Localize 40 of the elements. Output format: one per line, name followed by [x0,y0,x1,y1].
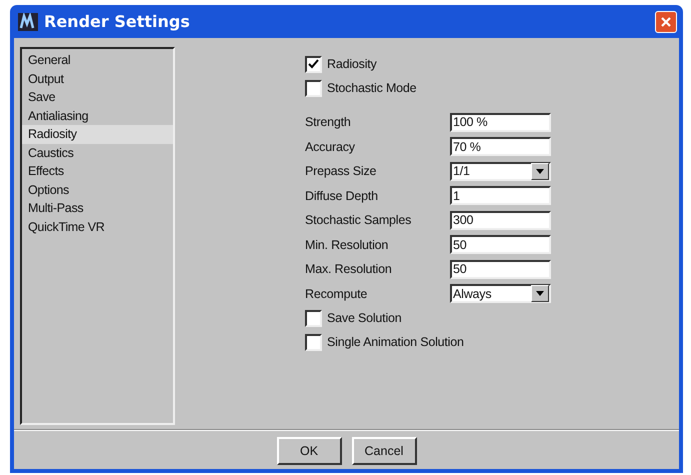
field-label: Min. Resolution [305,238,390,252]
checkbox[interactable] [305,310,322,326]
category-item[interactable]: Output [22,70,173,88]
field-label: Max. Resolution [305,262,393,276]
input-field[interactable]: 300 [450,210,551,230]
category-item[interactable]: Options [22,180,173,199]
input-field[interactable]: 1 [450,186,551,206]
checkbox-label: Radiosity [327,57,377,71]
input-field[interactable]: 70 % [450,137,551,156]
field-label: Strength [305,115,352,130]
category-item[interactable]: Antialiasing [22,106,173,125]
field-label: Accuracy [305,140,356,154]
category-item[interactable]: Save [22,88,173,106]
category-item[interactable]: Radiosity [22,125,173,144]
dropdown[interactable]: 1/1 [450,162,551,181]
window-title: Render Settings [44,12,191,31]
category-item[interactable]: QuickTime VR [22,218,173,236]
checkbox[interactable] [305,56,322,72]
checkbox[interactable] [305,80,322,96]
dialog-button[interactable]: OK [276,437,342,465]
close-button[interactable] [655,10,677,32]
field-label: Diffuse Depth [305,188,379,203]
checkbox[interactable] [305,334,322,350]
field-label: Prepass Size [305,164,378,178]
close-icon [660,16,672,28]
category-item[interactable]: Multi-Pass [22,199,173,218]
dialog-button[interactable]: Cancel [352,437,416,465]
input-field[interactable]: 100 % [450,112,551,132]
category-item[interactable]: Caustics [22,144,173,162]
field-label: Recompute [305,286,368,301]
app-icon [18,12,38,30]
field-label: Stochastic Samples [305,213,412,228]
input-field[interactable]: 50 [450,235,551,254]
dropdown[interactable]: Always [450,284,551,304]
checkbox-label: Stochastic Mode [327,81,416,95]
checkbox-label: Single Animation Solution [327,335,464,349]
category-item[interactable]: Effects [22,162,173,180]
checkbox-label: Save Solution [327,311,402,325]
input-field[interactable]: 50 [450,260,551,279]
category-item[interactable]: General [22,51,173,70]
